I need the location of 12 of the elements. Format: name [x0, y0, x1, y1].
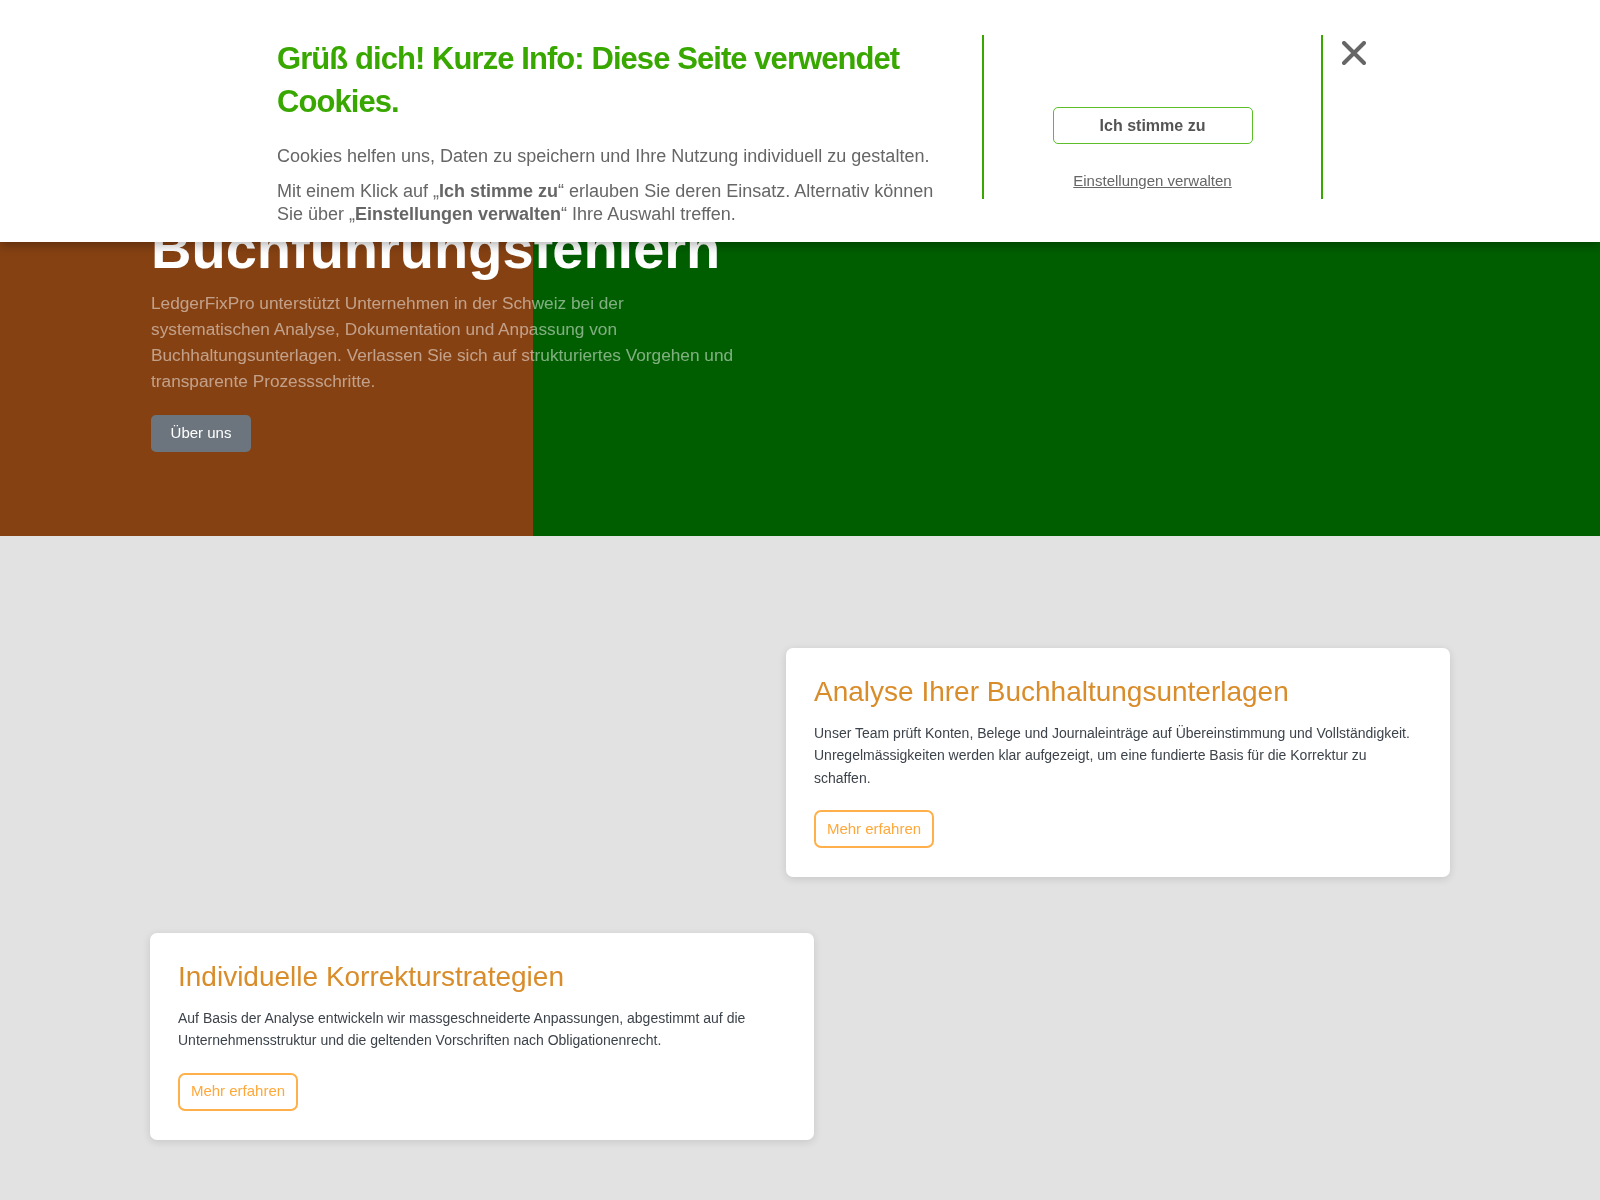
close-icon: [1342, 41, 1366, 65]
close-button[interactable]: [1342, 41, 1366, 65]
accept-button[interactable]: Ich stimme zu: [1052, 107, 1253, 144]
card-text: Unser Team prüft Konten, Belege und Journaleinträge auf Übereinstimmung und Vollständigkeit. Unregelmässigkeiten werden klar aufgezeigt, um eine fundierte Basis für die Korrektur zu schaffen.: [814, 723, 1411, 788]
about-button[interactable]: Über uns: [151, 415, 251, 453]
card-title: Analyse Ihrer Buchhaltungsunterlagen: [814, 675, 1289, 709]
card-title: Individuelle Korrekturstrategien: [178, 960, 564, 994]
settings-link[interactable]: Einstellungen verwalten: [1073, 171, 1232, 191]
cookie-text: Cookies helfen uns, Daten zu speichern und Ihre Nutzung individuell zu gestalten.: [277, 145, 931, 168]
cookie-text: Mit einem Klick auf „Ich stimme zu“ erlauben Sie deren Einsatz. Alternativ können Sie über „Einstellungen verwalten“ Ihre Auswahl treffen.: [277, 179, 935, 224]
cookie-title: Grüß dich! Kurze Info: Diese Seite verwendet Cookies.: [277, 40, 901, 121]
card-text: Auf Basis der Analyse entwickeln wir massgeschneiderte Anpassungen, abgestimmt auf die Unternehmensstruktur und die geltenden Vorschriften nach Obligationenrecht.: [178, 1008, 747, 1051]
